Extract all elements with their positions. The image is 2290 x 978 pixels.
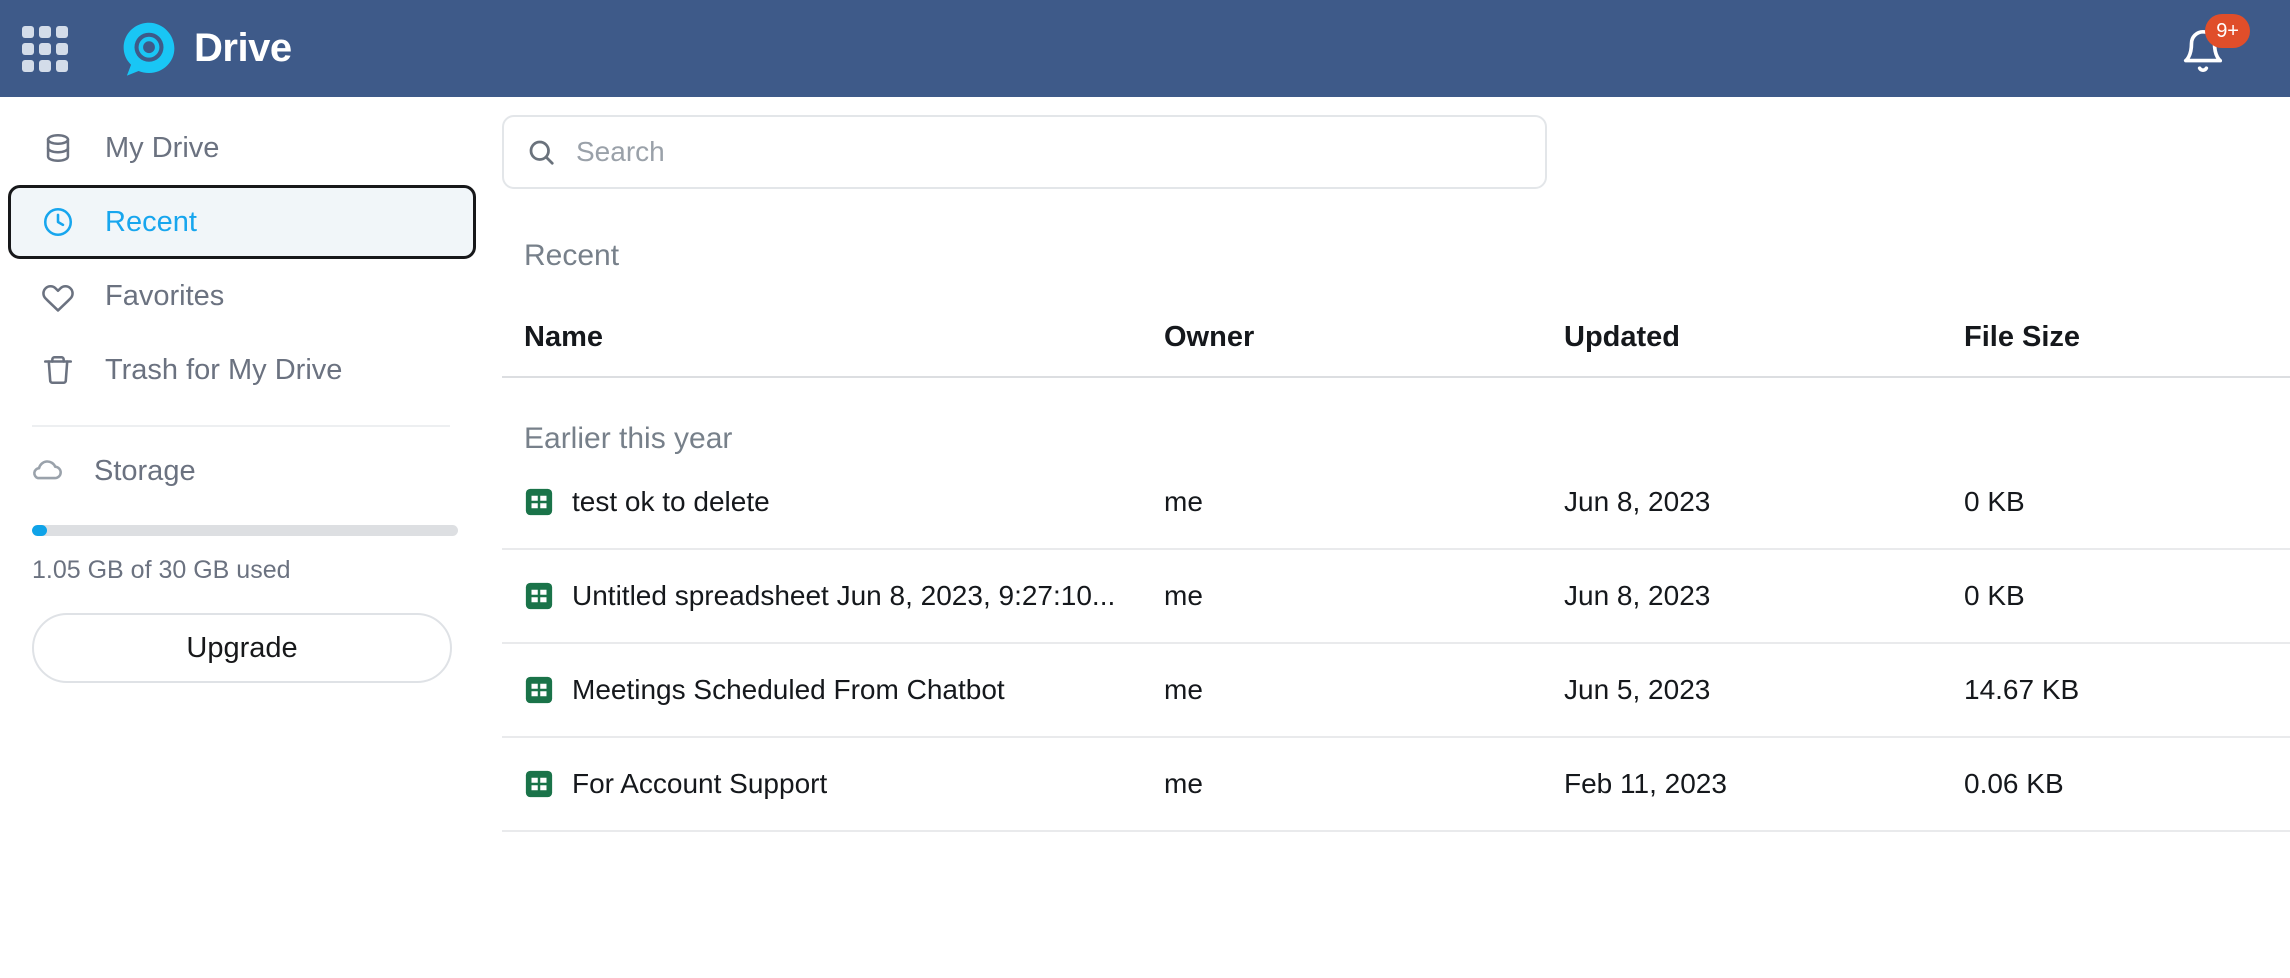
cloud-icon	[33, 460, 62, 480]
group-label-earlier-this-year: Earlier this year	[524, 422, 733, 455]
sidebar-item-storage[interactable]: Storage	[0, 443, 490, 499]
apps-grid-icon[interactable]	[22, 25, 68, 72]
sidebar: My Drive Recent Favorites Trash for My D…	[0, 97, 490, 978]
file-name-text: Untitled spreadsheet Jun 8, 2023, 9:27:1…	[572, 580, 1116, 611]
sidebar-item-favorites[interactable]: Favorites	[8, 259, 476, 333]
sidebar-item-label: Trash for My Drive	[105, 353, 343, 386]
database-icon	[46, 133, 70, 163]
clock-icon	[43, 207, 73, 237]
sidebar-item-label: My Drive	[105, 131, 220, 164]
column-header-owner[interactable]: Owner	[1164, 321, 1564, 354]
spreadsheet-icon	[525, 770, 553, 798]
apps-grid-dot	[22, 42, 34, 55]
file-name-cell[interactable]: test ok to delete	[524, 486, 1164, 518]
file-owner-cell: me	[1164, 768, 1203, 799]
table-row[interactable]: Meetings Scheduled From Chatbot me Jun 5, …	[502, 644, 2290, 738]
storage-label: Storage	[94, 454, 196, 487]
file-updated-cell: Jun 5, 2023	[1564, 674, 1711, 705]
spreadsheet-icon	[525, 582, 553, 610]
file-name-text: Meetings Scheduled From Chatbot	[572, 674, 1005, 705]
sidebar-item-trash[interactable]: Trash for My Drive	[8, 333, 476, 407]
page-body: My Drive Recent Favorites Trash for My D…	[0, 97, 2290, 978]
file-name-cell[interactable]: For Account Support	[524, 768, 1164, 800]
apps-grid-dot	[39, 42, 51, 55]
apps-grid-dot	[56, 59, 68, 72]
file-updated-cell: Feb 11, 2023	[1564, 768, 1727, 799]
file-name-cell[interactable]: Untitled spreadsheet Jun 8, 2023, 9:27:1…	[524, 580, 1164, 612]
table-row[interactable]: For Account Support me Feb 11, 2023 0.06 KB	[502, 738, 2290, 832]
notification-badge: 9+	[2205, 13, 2250, 48]
column-header-file-size[interactable]: File Size	[1964, 321, 2290, 354]
file-updated-cell: Jun 8, 2023	[1564, 580, 1711, 611]
table-row[interactable]: Untitled spreadsheet Jun 8, 2023, 9:27:1…	[502, 550, 2290, 644]
notifications-button[interactable]: 9+	[2174, 13, 2250, 78]
upgrade-button[interactable]: Upgrade	[32, 613, 452, 683]
trash-icon	[43, 355, 73, 385]
sidebar-divider	[32, 425, 450, 427]
main-content: Recent Name Owner Updated File Size Earl…	[490, 97, 2290, 978]
apps-grid-dot	[39, 59, 51, 72]
search-input[interactable]	[576, 136, 1523, 168]
top-header-bar: Drive 9+	[0, 0, 2290, 97]
app-title: Drive	[194, 26, 292, 70]
drive-chat-logo-icon	[123, 22, 175, 76]
apps-grid-dot	[39, 25, 51, 38]
sidebar-item-my-drive[interactable]: My Drive	[8, 111, 476, 185]
brand-logo-link[interactable]: Drive	[120, 20, 292, 78]
spreadsheet-icon	[525, 676, 553, 704]
storage-usage-text: 1.05 GB of 30 GB used	[32, 556, 291, 584]
file-size-cell: 0.06 KB	[1964, 768, 2064, 799]
file-owner-cell: me	[1164, 674, 1203, 705]
file-size-cell: 0 KB	[1964, 580, 2025, 611]
column-header-updated[interactable]: Updated	[1564, 321, 1964, 354]
file-owner-cell: me	[1164, 580, 1203, 611]
file-size-cell: 0 KB	[1964, 486, 2025, 517]
file-name-cell[interactable]: Meetings Scheduled From Chatbot	[524, 674, 1164, 706]
file-updated-cell: Jun 8, 2023	[1564, 486, 1711, 517]
page-title: Recent	[524, 239, 620, 272]
files-table: Name Owner Updated File Size Earlier thi…	[502, 321, 2290, 832]
search-bar[interactable]	[502, 115, 1547, 189]
table-header-row: Name Owner Updated File Size	[502, 321, 2290, 378]
apps-grid-dot	[56, 42, 68, 55]
sidebar-item-label: Favorites	[105, 279, 225, 312]
apps-grid-dot	[56, 25, 68, 38]
column-header-name[interactable]: Name	[524, 321, 1164, 354]
table-row[interactable]: test ok to delete me Jun 8, 2023 0 KB	[502, 456, 2290, 550]
search-icon	[529, 140, 554, 165]
file-size-cell: 14.67 KB	[1964, 674, 2080, 705]
sidebar-item-recent[interactable]: Recent	[8, 185, 476, 259]
storage-progress-fill	[32, 525, 47, 536]
spreadsheet-icon	[525, 488, 553, 516]
file-name-text: test ok to delete	[572, 486, 770, 517]
storage-progress-bar	[32, 525, 458, 536]
sidebar-item-label: Recent	[105, 205, 197, 238]
file-owner-cell: me	[1164, 486, 1203, 517]
file-name-text: For Account Support	[572, 768, 828, 799]
table-rows-container: test ok to delete me Jun 8, 2023 0 KB Untitl…	[502, 456, 2290, 832]
apps-grid-dot	[22, 59, 34, 72]
heart-icon	[42, 284, 74, 312]
apps-grid-dot	[22, 25, 34, 38]
